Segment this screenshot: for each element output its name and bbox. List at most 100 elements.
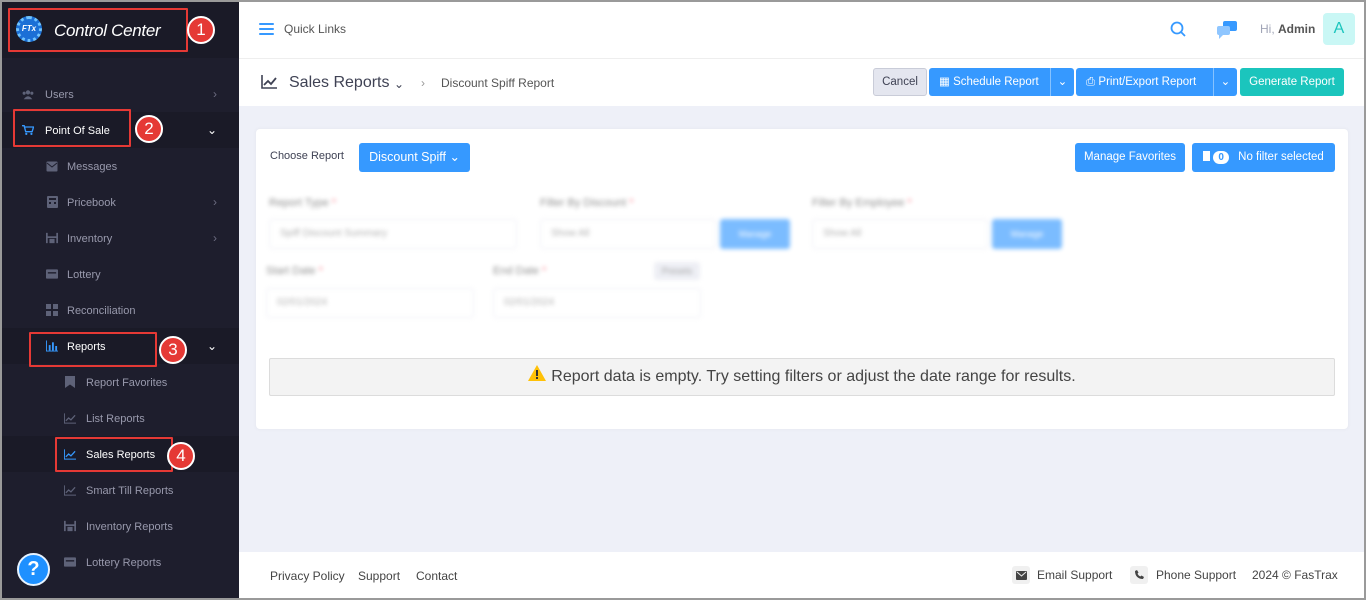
sidebar-item-pricebook[interactable]: Pricebook › <box>2 184 239 220</box>
generate-report-button[interactable]: Generate Report <box>1240 68 1344 96</box>
footer: Privacy Policy Support Contact Email Sup… <box>239 552 1364 598</box>
envelope-icon <box>46 160 58 172</box>
print-export-label: Print/Export Report <box>1098 76 1197 88</box>
calculator-icon <box>46 196 58 208</box>
sidebar-item-label: Inventory Reports <box>86 521 173 533</box>
user-greeting[interactable]: Hi, Admin <box>1260 22 1315 36</box>
sub-header: Sales Reports ⌄ › Discount Spiff Report … <box>239 60 1364 106</box>
chevron-down-icon: ⌄ <box>206 123 217 137</box>
schedule-report-label: Schedule Report <box>953 76 1039 88</box>
greeting-text: Hi, <box>1260 22 1275 36</box>
chevron-down-icon: ⌄ <box>206 339 217 353</box>
sidebar-item-report-favorites[interactable]: Report Favorites <box>2 364 239 400</box>
filter-employee-label: Filter By Employee * <box>812 197 912 209</box>
users-icon <box>22 88 34 100</box>
page-title[interactable]: Sales Reports <box>289 74 390 92</box>
start-date-label: Start Date * <box>266 265 323 277</box>
sidebar-item-users[interactable]: Users › <box>2 76 239 112</box>
presets-button[interactable]: Presets <box>654 262 700 280</box>
contact-link[interactable]: Contact <box>416 569 457 583</box>
manage-employee-button[interactable]: Manage <box>992 219 1062 249</box>
privacy-policy-link[interactable]: Privacy Policy <box>270 569 345 583</box>
avatar[interactable]: A <box>1323 13 1355 45</box>
report-type-select[interactable]: Spiff Discount Summary <box>269 219 517 249</box>
annotation-box-logo <box>8 8 188 52</box>
phone-support-link[interactable]: Phone Support <box>1156 568 1236 582</box>
annotation-badge-3: 3 <box>159 336 187 364</box>
chevron-down-icon[interactable]: ⌄ <box>394 77 404 91</box>
quick-links[interactable]: Quick Links <box>259 22 346 36</box>
sidebar-item-label: Inventory <box>67 233 113 245</box>
report-type-label: Report Type * <box>269 197 337 209</box>
annotation-badge-4: 4 <box>167 442 195 470</box>
filter-icon <box>1203 151 1211 161</box>
breadcrumb: Discount Spiff Report <box>441 76 555 90</box>
annotation-badge-2: 2 <box>135 115 163 143</box>
ticket-icon <box>46 268 58 280</box>
sidebar-item-inventory[interactable]: Inventory › <box>2 220 239 256</box>
end-date-input[interactable]: 02/01/2024 <box>493 288 701 318</box>
support-link[interactable]: Support <box>358 569 400 583</box>
sidebar-item-label: List Reports <box>86 413 145 425</box>
chevron-right-icon: › <box>213 87 217 101</box>
filter-discount-select[interactable]: Show All <box>540 219 716 249</box>
start-date-input[interactable]: 02/01/2024 <box>266 288 474 318</box>
dropdown-toggle[interactable]: ⌄ <box>1213 68 1237 96</box>
annotation-box-sales-reports <box>55 437 173 472</box>
line-chart-icon <box>64 484 76 496</box>
user-name: Admin <box>1278 22 1316 36</box>
warning-icon <box>528 359 547 395</box>
filter-employee-select[interactable]: Show All <box>812 219 988 249</box>
sidebar-item-list-reports[interactable]: List Reports <box>2 400 239 436</box>
sidebar-item-label: Reconciliation <box>67 305 136 317</box>
warehouse-icon <box>64 520 76 532</box>
sidebar-item-label: Lottery <box>67 269 101 281</box>
envelope-icon <box>1012 566 1030 584</box>
sidebar-item-label: Lottery Reports <box>86 557 162 569</box>
sidebar-item-label: Pricebook <box>67 197 116 209</box>
email-support-link[interactable]: Email Support <box>1037 568 1112 582</box>
printer-icon: ⎙ <box>1086 76 1096 88</box>
choose-report-label: Choose Report <box>270 150 344 162</box>
sidebar: FTx Control Center Users › Point Of Sale… <box>2 2 239 598</box>
sidebar-item-messages[interactable]: Messages <box>2 148 239 184</box>
report-select-dropdown[interactable]: Discount Spiff ⌄ <box>359 143 470 172</box>
sidebar-item-reconciliation[interactable]: Reconciliation <box>2 292 239 328</box>
chat-icon[interactable] <box>1217 21 1237 39</box>
sidebar-item-label: Messages <box>67 161 118 173</box>
grid-icon <box>46 304 58 316</box>
chevron-down-icon: ⌄ <box>449 150 460 164</box>
empty-report-alert: Report data is empty. Try setting filter… <box>269 358 1335 396</box>
sidebar-item-label: Smart Till Reports <box>86 485 174 497</box>
report-select-value: Discount Spiff <box>369 150 446 164</box>
filter-status-button[interactable]: 0 No filter selected <box>1192 143 1335 172</box>
search-icon[interactable] <box>1170 21 1186 37</box>
filter-discount-label: Filter By Discount * <box>540 197 634 209</box>
chevron-right-icon: › <box>213 231 217 245</box>
manage-favorites-button[interactable]: Manage Favorites <box>1075 143 1185 172</box>
sidebar-item-smart-till-reports[interactable]: Smart Till Reports <box>2 472 239 508</box>
filter-count-badge: 0 <box>1213 151 1229 164</box>
cancel-button[interactable]: Cancel <box>873 68 927 96</box>
sidebar-item-inventory-reports[interactable]: Inventory Reports <box>2 508 239 544</box>
empty-message: Report data is empty. Try setting filter… <box>551 368 1076 385</box>
ticket-icon <box>64 556 76 568</box>
filter-form: Report Type * Spiff Discount Summary Fil… <box>256 184 1348 324</box>
annotation-box-reports <box>29 332 157 367</box>
phone-icon <box>1130 566 1148 584</box>
line-chart-icon <box>261 75 277 89</box>
manage-discount-button[interactable]: Manage <box>720 219 790 249</box>
warehouse-icon <box>46 232 58 244</box>
calendar-icon: ▦ <box>939 76 950 88</box>
filter-status-label: No filter selected <box>1238 151 1324 163</box>
schedule-report-button[interactable]: ▦ Schedule Report ⌄ <box>929 68 1074 96</box>
quick-links-label: Quick Links <box>284 22 347 36</box>
menu-icon <box>259 23 274 35</box>
print-export-button[interactable]: ⎙ Print/Export Report ⌄ <box>1076 68 1237 96</box>
chevron-right-icon: › <box>213 195 217 209</box>
end-date-label: End Date * <box>493 265 547 277</box>
sidebar-item-lottery[interactable]: Lottery <box>2 256 239 292</box>
help-button[interactable]: ? <box>17 553 50 586</box>
report-card: Choose Report Discount Spiff ⌄ Manage Fa… <box>256 129 1348 429</box>
dropdown-toggle[interactable]: ⌄ <box>1050 68 1074 96</box>
